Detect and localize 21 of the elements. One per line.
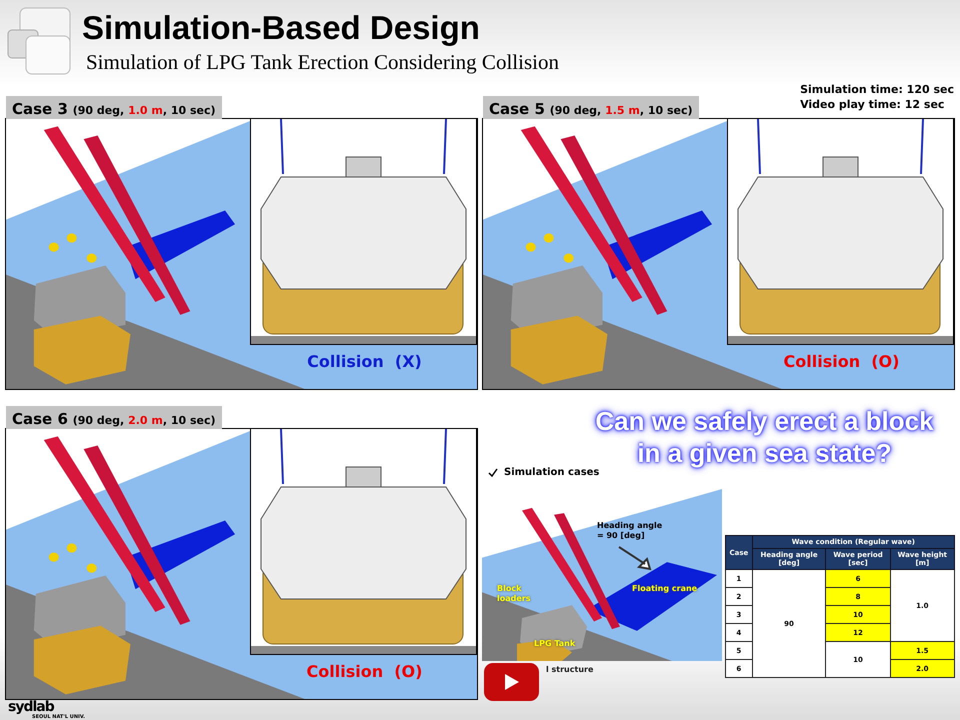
case-label: Case 6 (90 deg, 2.0 m, 10 sec) (6, 406, 222, 429)
slide-title: Simulation-Based Design (82, 8, 481, 48)
annotation-label: Floating crane (632, 584, 698, 594)
case-label: Case 3 (90 deg, 1.0 m, 10 sec) (6, 96, 222, 119)
direction-arrow-icon (617, 545, 653, 571)
question-headline: Can we safely erect a block in a given sea state? (582, 405, 947, 469)
lab-logo: sydlab (8, 700, 54, 714)
collision-result: Collision (O) (782, 352, 900, 371)
play-icon (504, 673, 520, 691)
section-heading: Simulation cases (504, 467, 600, 478)
checkmark-icon (488, 468, 498, 478)
slide-subtitle: Simulation of LPG Tank Erection Considering Collision (86, 50, 559, 75)
annotation-label: l structure (546, 665, 594, 675)
video-play-button[interactable] (484, 663, 539, 701)
case-label: Case 5 (90 deg, 1.5 m, 10 sec) (483, 96, 699, 119)
collision-result: Collision (O) (306, 662, 424, 681)
simulation-info: Simulation time: 120 sec (800, 82, 954, 97)
collision-result: Collision (X) (306, 352, 423, 371)
annotation-label: Block loaders (497, 584, 530, 604)
annotation-label: Heading angle = 90 [deg] (597, 521, 662, 541)
simulation-info: Video play time: 12 sec (800, 97, 946, 112)
